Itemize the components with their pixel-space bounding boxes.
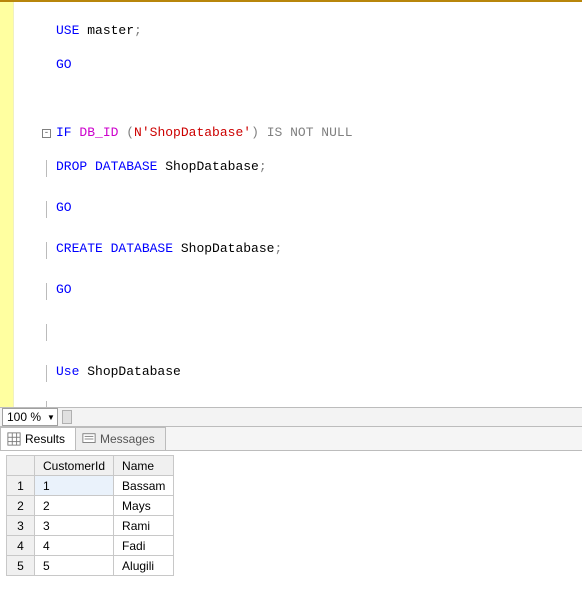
zoom-bar: 100 % ▼ bbox=[0, 407, 582, 427]
tab-messages-label: Messages bbox=[100, 432, 155, 446]
zoom-combo[interactable]: 100 % ▼ bbox=[2, 408, 58, 426]
cell-customerid[interactable]: 2 bbox=[35, 496, 114, 516]
kw-use2: Use bbox=[56, 364, 79, 379]
results-tabstrip: Results Messages bbox=[0, 427, 582, 451]
kw-isnotnull: IS NOT NULL bbox=[267, 125, 353, 140]
grid-icon bbox=[7, 432, 21, 446]
ssms-window: USE master; GO -IF DB_ID (N'ShopDatabase… bbox=[0, 0, 582, 601]
table-row[interactable]: 4 4 Fadi bbox=[7, 536, 174, 556]
kw-createdb: CREATE DATABASE bbox=[56, 241, 173, 256]
chevron-down-icon: ▼ bbox=[47, 413, 55, 422]
kw-drop: DROP DATABASE bbox=[56, 159, 157, 174]
table-row[interactable]: 5 5 Alugili bbox=[7, 556, 174, 576]
messages-icon bbox=[82, 432, 96, 446]
cell-name[interactable]: Mays bbox=[114, 496, 174, 516]
fn-dbid: DB_ID bbox=[79, 125, 118, 140]
id-master: master bbox=[87, 23, 134, 38]
table-row[interactable]: 3 3 Rami bbox=[7, 516, 174, 536]
cell-customerid[interactable]: 4 bbox=[35, 536, 114, 556]
cell-customerid[interactable]: 5 bbox=[35, 556, 114, 576]
hscroll-left-nub[interactable] bbox=[62, 410, 72, 424]
fold-toggle-icon[interactable]: - bbox=[42, 129, 51, 138]
cell-name[interactable]: Bassam bbox=[114, 476, 174, 496]
tab-results-label: Results bbox=[25, 432, 65, 446]
tab-results[interactable]: Results bbox=[0, 427, 76, 450]
kw-go: GO bbox=[56, 57, 72, 72]
cell-customerid[interactable]: 1 bbox=[35, 476, 114, 496]
col-header-name[interactable]: Name bbox=[114, 456, 174, 476]
kw-if: IF bbox=[56, 125, 72, 140]
sql-editor[interactable]: USE master; GO -IF DB_ID (N'ShopDatabase… bbox=[0, 2, 582, 407]
table-row[interactable]: 2 2 Mays bbox=[7, 496, 174, 516]
corner-cell bbox=[7, 456, 35, 476]
code-body[interactable]: USE master; GO -IF DB_ID (N'ShopDatabase… bbox=[38, 2, 582, 407]
table-row[interactable]: 1 1 Bassam bbox=[7, 476, 174, 496]
cell-customerid[interactable]: 3 bbox=[35, 516, 114, 536]
folding-gutter bbox=[14, 2, 38, 407]
cell-name[interactable]: Alugili bbox=[114, 556, 174, 576]
col-header-customerid[interactable]: CustomerId bbox=[35, 456, 114, 476]
cell-name[interactable]: Rami bbox=[114, 516, 174, 536]
change-gutter bbox=[4, 2, 14, 407]
tab-messages[interactable]: Messages bbox=[75, 427, 166, 450]
results-table: CustomerId Name 1 1 Bassam 2 2 Mays 3 3 … bbox=[6, 455, 174, 576]
row-number: 3 bbox=[7, 516, 35, 536]
str-shopdb: N'ShopDatabase' bbox=[134, 125, 251, 140]
cell-name[interactable]: Fadi bbox=[114, 536, 174, 556]
row-number: 4 bbox=[7, 536, 35, 556]
row-number: 1 bbox=[7, 476, 35, 496]
row-number: 2 bbox=[7, 496, 35, 516]
zoom-value: 100 % bbox=[7, 410, 41, 424]
results-grid[interactable]: CustomerId Name 1 1 Bassam 2 2 Mays 3 3 … bbox=[0, 451, 582, 601]
kw-use: USE bbox=[56, 23, 79, 38]
row-number: 5 bbox=[7, 556, 35, 576]
table-header-row: CustomerId Name bbox=[7, 456, 174, 476]
